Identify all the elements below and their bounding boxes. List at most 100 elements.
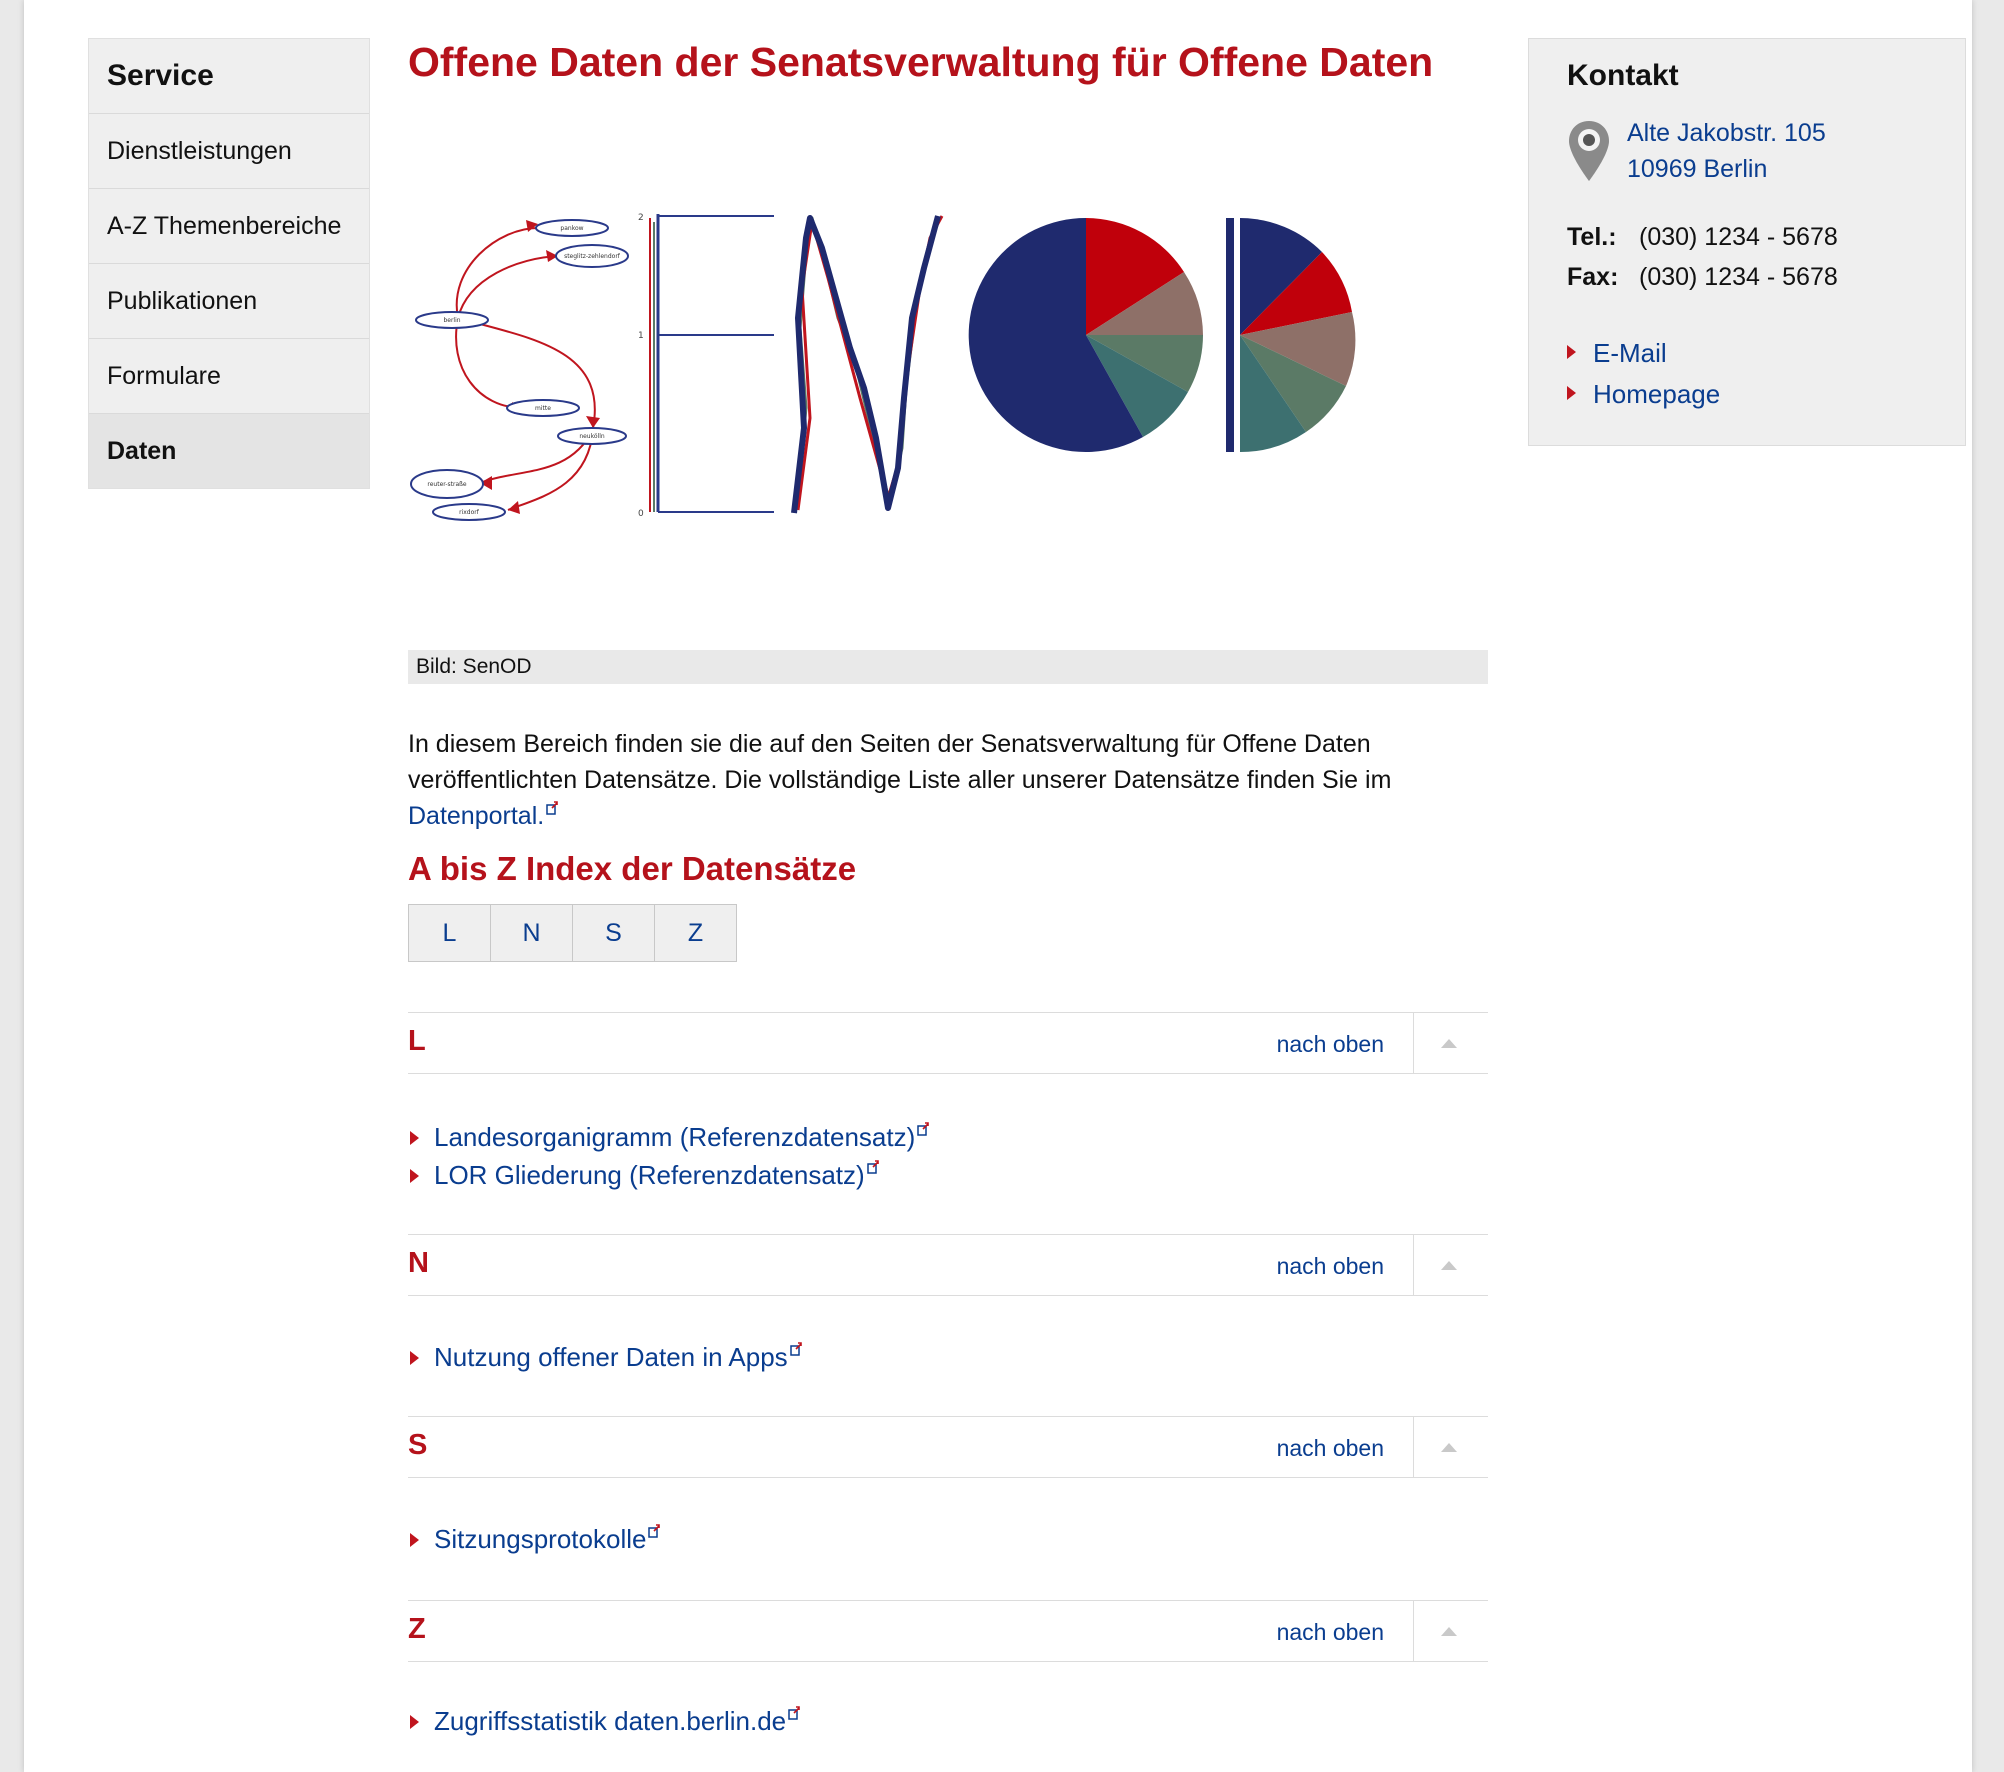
page: Service Dienstleistungen A-Z Themenberei… <box>24 0 1972 1772</box>
arrow-up-icon[interactable] <box>1440 1259 1458 1271</box>
external-link-icon <box>917 1122 930 1137</box>
letter-button-s[interactable]: S <box>572 904 655 962</box>
intro-paragraph: In diesem Bereich finden sie die auf den… <box>408 726 1488 834</box>
phone-number: (030) 1234 - 5678 <box>1639 223 1838 251</box>
sidebar-item-publikationen[interactable]: Publikationen <box>89 263 369 338</box>
location-pin-icon <box>1569 121 1609 181</box>
logo-node-label: mitte <box>535 405 551 412</box>
bullet-arrow-icon <box>410 1533 419 1547</box>
dataset-link[interactable]: LOR Gliederung (Referenzdatensatz) <box>434 1160 865 1190</box>
logo-tick-label: 0 <box>638 509 644 519</box>
back-to-top-link[interactable]: nach oben <box>1277 1435 1384 1462</box>
section-header: Z nach oben <box>408 1600 1488 1662</box>
dataset-list: Nutzung offener Daten in Apps <box>408 1338 802 1376</box>
contact-heading: Kontakt <box>1567 59 1679 92</box>
address-city-link[interactable]: 10969 Berlin <box>1627 151 1826 187</box>
bullet-arrow-icon <box>410 1131 419 1145</box>
fax-label: Fax: <box>1567 263 1619 291</box>
external-link-icon <box>788 1706 800 1721</box>
phone-label: Tel.: <box>1567 223 1617 251</box>
intro-text: In diesem Bereich finden sie die auf den… <box>408 730 1392 794</box>
list-item: Sitzungsprotokolle <box>408 1520 661 1558</box>
list-item: Zugriffsstatistik daten.berlin.de <box>408 1702 800 1740</box>
logo-letter-n <box>791 215 944 514</box>
section-l: L nach oben Landesorganigramm (Referenzd… <box>408 1012 1488 1190</box>
back-to-top-link[interactable]: nach oben <box>1277 1031 1384 1058</box>
list-item: LOR Gliederung (Referenzdatensatz) <box>408 1156 929 1194</box>
phone-row: Tel.: (030) 1234 - 5678 <box>1567 217 1838 257</box>
bullet-arrow-icon <box>410 1169 419 1183</box>
email-link[interactable]: E-Mail <box>1593 338 1667 368</box>
external-link-icon <box>789 1342 802 1357</box>
logo-node-label: steglitz-zehlendorf <box>564 253 621 260</box>
fax-number: (030) 1234 - 5678 <box>1639 263 1838 291</box>
logo-node-label: neukölln <box>579 433 605 440</box>
divider <box>1413 1235 1414 1295</box>
logo-node-label: berlin <box>443 317 460 324</box>
fax-row: Fax: (030) 1234 - 5678 <box>1567 257 1838 297</box>
dataset-link[interactable]: Landesorganigramm (Referenzdatensatz) <box>434 1122 915 1152</box>
section-s: S nach oben Sitzungsprotokolle <box>408 1416 1488 1554</box>
section-z: Z nach oben Zugriffsstatistik daten.berl… <box>408 1600 1488 1736</box>
bullet-arrow-icon <box>1567 345 1576 359</box>
dataset-list: Zugriffsstatistik daten.berlin.de <box>408 1702 800 1740</box>
address-street-link[interactable]: Alte Jakobstr. 105 <box>1627 115 1826 151</box>
arrow-up-icon[interactable] <box>1440 1625 1458 1637</box>
divider <box>1413 1601 1414 1661</box>
sidebar-item-formulare[interactable]: Formulare <box>89 338 369 413</box>
section-letter: Z <box>408 1613 426 1645</box>
sidebar-item-daten[interactable]: Daten <box>89 413 369 488</box>
logo-tick-label: 2 <box>638 213 644 223</box>
logo-letter-s: pankow steglitz-zehlendorf berlin mitte … <box>410 219 629 521</box>
dataset-link[interactable]: Nutzung offener Daten in Apps <box>434 1342 788 1372</box>
datenportal-link[interactable]: Datenportal. <box>408 802 544 830</box>
contact-phone-block: Tel.: (030) 1234 - 5678 Fax: (030) 1234 - … <box>1567 217 1838 297</box>
external-link-icon <box>866 1160 879 1175</box>
sidebar-nav: Service Dienstleistungen A-Z Themenberei… <box>88 38 370 489</box>
back-to-top-link[interactable]: nach oben <box>1277 1619 1384 1646</box>
az-index-heading: A bis Z Index der Datensätze <box>408 850 857 887</box>
dataset-link[interactable]: Sitzungsprotokolle <box>434 1524 646 1554</box>
arrow-up-icon[interactable] <box>1440 1037 1458 1049</box>
list-item: Landesorganigramm (Referenzdatensatz) <box>408 1118 930 1156</box>
section-letter: N <box>408 1247 429 1279</box>
section-n: N nach oben Nutzung offener Daten in App… <box>408 1234 1488 1372</box>
image-caption: Bild: SenOD <box>408 650 1488 684</box>
section-letter: L <box>408 1025 426 1057</box>
sidebar-heading: Service <box>107 59 214 92</box>
senod-logo-graphic: pankow steglitz-zehlendorf berlin mitte … <box>410 213 1356 521</box>
contact-links: E-Mail Homepage <box>1567 333 1720 415</box>
list-item: E-Mail <box>1567 333 1720 374</box>
sidebar-item-dienstleistungen[interactable]: Dienstleistungen <box>89 113 369 188</box>
homepage-link[interactable]: Homepage <box>1593 379 1720 409</box>
dataset-link[interactable]: Zugriffsstatistik daten.berlin.de <box>434 1706 786 1736</box>
external-link-icon <box>648 1524 661 1539</box>
senod-logo-image: pankow steglitz-zehlendorf berlin mitte … <box>408 208 1488 578</box>
letter-button-z[interactable]: Z <box>654 904 737 962</box>
logo-letter-o <box>968 217 1203 452</box>
main-content: Offene Daten der Senatsverwaltung für Of… <box>408 38 1488 1736</box>
dataset-list: Sitzungsprotokolle <box>408 1520 661 1558</box>
contact-box: Kontakt Alte Jakobstr. 105 10969 Berlin … <box>1528 38 1966 446</box>
divider <box>1413 1417 1414 1477</box>
section-header: N nach oben <box>408 1234 1488 1296</box>
bullet-arrow-icon <box>410 1351 419 1365</box>
letter-button-n[interactable]: N <box>490 904 573 962</box>
section-header: L nach oben <box>408 1012 1488 1074</box>
letter-button-l[interactable]: L <box>408 904 491 962</box>
external-link-icon <box>546 800 559 815</box>
sidebar-item-themenbereiche[interactable]: A-Z Themenbereiche <box>89 188 369 263</box>
logo-node-label: reuter-straße <box>427 481 467 488</box>
section-letter: S <box>408 1429 428 1461</box>
logo-node-label: pankow <box>560 225 583 232</box>
back-to-top-link[interactable]: nach oben <box>1277 1253 1384 1280</box>
bullet-arrow-icon <box>410 1715 419 1729</box>
contact-address: Alte Jakobstr. 105 10969 Berlin <box>1627 115 1826 187</box>
divider <box>1413 1013 1414 1073</box>
arrow-up-icon[interactable] <box>1440 1441 1458 1453</box>
list-item: Homepage <box>1567 374 1720 415</box>
bullet-arrow-icon <box>1567 386 1576 400</box>
logo-node-label: rixdorf <box>459 509 480 516</box>
page-title: Offene Daten der Senatsverwaltung für Of… <box>408 39 1434 85</box>
dataset-list: Landesorganigramm (Referenzdatensatz) LO… <box>408 1118 930 1194</box>
